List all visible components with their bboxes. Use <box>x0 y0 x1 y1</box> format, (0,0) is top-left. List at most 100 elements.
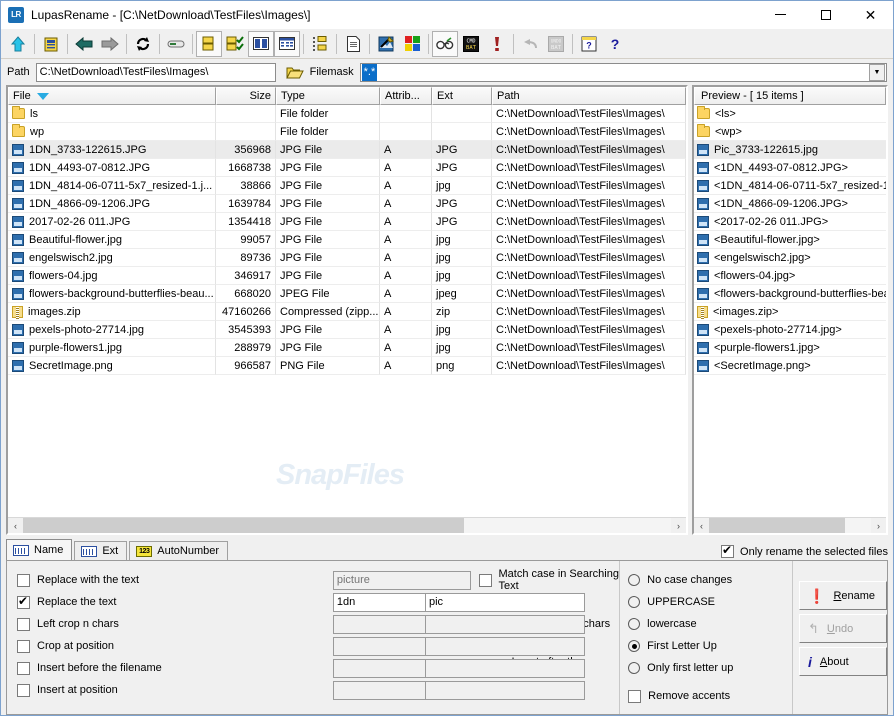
preview-hscrollbar[interactable]: ‹ › <box>694 517 886 533</box>
scroll-right-icon[interactable]: › <box>671 518 686 533</box>
list-item[interactable]: <wp> <box>694 123 886 141</box>
option-3-secondary-input[interactable] <box>425 636 585 656</box>
option-2-checkbox[interactable] <box>17 617 30 631</box>
option-3-toggle[interactable]: Crop at position <box>17 635 333 657</box>
details-view-icon[interactable] <box>274 30 300 57</box>
image-tool-icon[interactable] <box>373 31 399 57</box>
preview-scroll-right-icon[interactable]: › <box>871 518 886 533</box>
column-header-attrib[interactable]: Attrib... <box>380 87 432 105</box>
open-folder-icon[interactable] <box>284 62 306 82</box>
case-option-1[interactable]: UPPERCASE <box>628 591 792 613</box>
list-item[interactable]: <1DN_4493-07-0812.JPG> <box>694 159 886 177</box>
list-item[interactable]: <1DN_4866-09-1206.JPG> <box>694 195 886 213</box>
refresh-icon[interactable] <box>130 31 156 57</box>
column-header-type[interactable]: Type <box>276 87 380 105</box>
table-row[interactable]: pexels-photo-27714.jpg 3545393 JPG File Ajp… <box>8 321 686 339</box>
remove-accents-checkbox[interactable] <box>628 689 642 703</box>
case-option-0[interactable]: No case changes <box>628 569 792 591</box>
list-item[interactable]: <2017-02-26 011.JPG> <box>694 213 886 231</box>
tab-ext[interactable]: Ext <box>74 541 128 560</box>
list-item[interactable]: <flowers-background-butterflies-bea. <box>694 285 886 303</box>
option-3-checkbox[interactable] <box>17 639 30 653</box>
list-item[interactable]: <Beautiful-flower.jpg> <box>694 231 886 249</box>
table-row[interactable]: purple-flowers1.jpg 288979 JPG File Ajpg C:\… <box>8 339 686 357</box>
about-button[interactable]: i About <box>799 647 887 676</box>
drive-icon[interactable] <box>163 31 189 57</box>
chevron-down-icon[interactable]: ▼ <box>869 63 885 81</box>
scroll-left-icon[interactable]: ‹ <box>8 518 23 533</box>
case-option-3[interactable]: First Letter Up <box>628 635 792 657</box>
case-option-4[interactable]: Only first letter up <box>628 657 792 679</box>
history-icon[interactable] <box>38 31 64 57</box>
table-row[interactable]: 2017-02-26 011.JPG 1354418 JPG File A JPG C:\… <box>8 213 686 231</box>
column-header-path[interactable]: Path <box>492 87 686 105</box>
hscroll-thumb[interactable] <box>23 518 464 533</box>
option-5-toggle[interactable]: Insert at position <box>17 679 333 701</box>
cmd-bat-icon[interactable]: CMD BAT <box>458 31 484 57</box>
column-header-ext[interactable]: Ext <box>432 87 492 105</box>
tab-autonumber[interactable]: 123 AutoNumber <box>129 541 229 560</box>
path-input[interactable] <box>35 62 276 82</box>
table-row[interactable]: 1DN_3733-122615.JPG 356968 JPG File A JPG C:\… <box>8 141 686 159</box>
list-item[interactable]: <purple-flowers1.jpg> <box>694 339 886 357</box>
case-option-2[interactable]: lowercase <box>628 613 792 635</box>
preview-scroll-left-icon[interactable]: ‹ <box>694 518 709 533</box>
list-item[interactable]: <SecretImage.png> <box>694 357 886 375</box>
case-option-0-radio[interactable] <box>628 574 641 586</box>
table-row[interactable]: wp File folder C:\NetDownload\TestFiles\Im… <box>8 123 686 141</box>
file-list-rows[interactable]: ls File folder C:\NetDownload\TestFiles\Im… <box>8 105 686 517</box>
subfolders-icon[interactable] <box>307 31 333 57</box>
case-option-2-radio[interactable] <box>628 618 641 630</box>
case-option-4-radio[interactable] <box>628 662 641 674</box>
folder-check-icon[interactable] <box>222 31 248 57</box>
preview-hscroll-track[interactable] <box>709 518 871 533</box>
table-row[interactable]: flowers-04.jpg 346917 JPG File Ajpg C:\NetDo… <box>8 267 686 285</box>
option-2-secondary-input[interactable] <box>425 614 585 634</box>
forward-arrow-icon[interactable] <box>97 31 123 57</box>
table-row[interactable]: engelswisch2.jpg 89736 JPG File Ajpg C:\NetD… <box>8 249 686 267</box>
table-row[interactable]: ls File folder C:\NetDownload\TestFiles\Im… <box>8 105 686 123</box>
file-icon[interactable] <box>340 31 366 57</box>
list-item[interactable]: <images.zip> <box>694 303 886 321</box>
tab-name[interactable]: Name <box>6 539 73 560</box>
table-row[interactable]: 1DN_4814-06-0711-5x7_resized-1.j... 38866… <box>8 177 686 195</box>
back-arrow-icon[interactable] <box>71 31 97 57</box>
remove-accents-option[interactable]: Remove accents <box>628 685 792 707</box>
question-icon[interactable]: ? <box>602 31 628 57</box>
close-button[interactable]: ✕ <box>848 1 893 29</box>
hscroll-track[interactable] <box>23 518 671 533</box>
table-row[interactable]: Beautiful-flower.jpg 99057 JPG File Ajpg C:\… <box>8 231 686 249</box>
minimize-button[interactable] <box>758 1 803 29</box>
rename-button[interactable]: ❗ Rename <box>799 581 887 610</box>
table-row[interactable]: 1DN_4866-09-1206.JPG 1639784 JPG File A JPG C… <box>8 195 686 213</box>
up-arrow-icon[interactable] <box>5 31 31 57</box>
option-2-toggle[interactable]: Left crop n chars <box>17 613 333 635</box>
file-list-hscrollbar[interactable]: ‹ › <box>8 517 686 533</box>
option-1-toggle[interactable]: Replace the text <box>17 591 333 613</box>
option-1-checkbox[interactable] <box>17 594 30 609</box>
option-4-checkbox[interactable] <box>17 661 30 675</box>
folder-icon[interactable] <box>196 30 222 57</box>
filemask-combo[interactable]: *.* ▼ <box>359 62 887 82</box>
table-row[interactable]: flowers-background-butterflies-beau... 66… <box>8 285 686 303</box>
list-item[interactable]: <1DN_4814-06-0711-5x7_resized-1. <box>694 177 886 195</box>
option-4-secondary-input[interactable] <box>425 658 585 678</box>
table-row[interactable]: 1DN_4493-07-0812.JPG 1668738 JPG File A JPG C… <box>8 159 686 177</box>
preview-hscroll-thumb[interactable] <box>709 518 846 533</box>
help-doc-icon[interactable]: ? <box>576 31 602 57</box>
case-option-1-radio[interactable] <box>628 596 641 608</box>
only-rename-selected-option[interactable]: Only rename the selected files <box>721 543 888 560</box>
list-item[interactable]: Pic_3733-122615.jpg <box>694 141 886 159</box>
option-5-checkbox[interactable] <box>17 683 30 697</box>
column-header-file[interactable]: File <box>8 87 216 105</box>
option-0-checkbox[interactable] <box>17 573 30 587</box>
table-row[interactable]: images.zip 47160266 Compressed (zipp... Azi… <box>8 303 686 321</box>
color-squares-icon[interactable] <box>399 31 425 57</box>
list-item[interactable]: <flowers-04.jpg> <box>694 267 886 285</box>
case-option-3-radio[interactable] <box>628 640 641 652</box>
column-header-size[interactable]: Size <box>216 87 276 105</box>
only-rename-selected-checkbox[interactable] <box>721 543 735 558</box>
list-view-icon[interactable] <box>248 30 274 57</box>
list-item[interactable]: <ls> <box>694 105 886 123</box>
undo-button[interactable]: ↰ Undo <box>799 614 887 643</box>
